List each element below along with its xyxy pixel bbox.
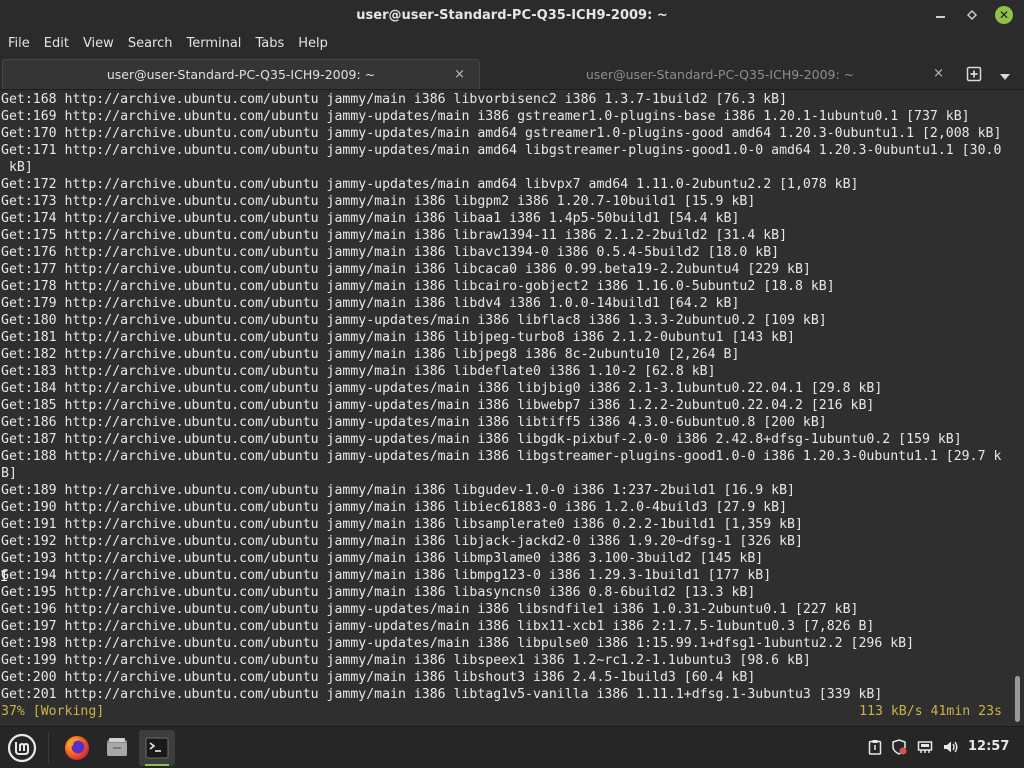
terminal-line: Get:201 http://archive.ubuntu.com/ubuntu… (1, 687, 883, 702)
taskbar-separator (48, 733, 49, 763)
terminal-line: Get:190 http://archive.ubuntu.com/ubuntu… (1, 500, 788, 515)
terminal-line: Get:195 http://archive.ubuntu.com/ubuntu… (1, 585, 756, 600)
menu-view[interactable]: View (79, 36, 118, 51)
terminal-line: Get:173 http://archive.ubuntu.com/ubuntu… (1, 194, 756, 209)
terminal-line: Get:185 http://archive.ubuntu.com/ubuntu… (1, 398, 875, 413)
new-tab-icon (966, 66, 982, 82)
menubar: File Edit View Search Terminal Tabs Help (0, 30, 1024, 56)
terminal-line: Get:180 http://archive.ubuntu.com/ubuntu… (1, 313, 827, 328)
terminal-line: Get:199 http://archive.ubuntu.com/ubuntu… (1, 653, 811, 668)
tabs-menu-button[interactable] (998, 68, 1012, 80)
start-menu-button[interactable] (4, 730, 40, 766)
terminal-launcher[interactable] (139, 730, 175, 766)
terminal-line: Get:186 http://archive.ubuntu.com/ubuntu… (1, 415, 827, 430)
menu-search[interactable]: Search (124, 36, 177, 51)
terminal-line: Get:174 http://archive.ubuntu.com/ubuntu… (1, 211, 740, 226)
scrollbar-thumb[interactable] (1015, 676, 1020, 722)
volume-icon (944, 741, 958, 753)
terminal-line: Get:194 http://archive.ubuntu.com/ubuntu… (1, 568, 772, 583)
terminal-line: Get:198 http://archive.ubuntu.com/ubuntu… (1, 636, 915, 651)
minimize-icon (935, 16, 945, 18)
firefox-launcher[interactable] (59, 730, 95, 766)
terminal-line: Get:192 http://archive.ubuntu.com/ubuntu… (1, 534, 803, 549)
apt-progress-status: 37% [Working] 113 kB/s 41min 23s (1, 703, 1006, 720)
terminal-line: Get:169 http://archive.ubuntu.com/ubuntu… (1, 109, 970, 124)
close-icon: ✕ (995, 6, 1013, 24)
terminal-line: Get:182 http://archive.ubuntu.com/ubuntu… (1, 347, 740, 362)
clipboard-icon (868, 740, 882, 755)
terminal-line: B] (1, 466, 17, 481)
terminal-lines: Get:168 http://archive.ubuntu.com/ubuntu… (1, 91, 1013, 703)
maximize-icon (967, 10, 977, 20)
terminal-line: Get:187 http://archive.ubuntu.com/ubuntu… (1, 432, 962, 447)
files-folder-icon (107, 738, 127, 756)
status-progress: 37% [Working] (1, 704, 105, 719)
terminal-line: Get:179 http://archive.ubuntu.com/ubuntu… (1, 296, 740, 311)
maximize-button[interactable] (962, 5, 982, 25)
terminal-line: Get:196 http://archive.ubuntu.com/ubuntu… (1, 602, 859, 617)
linux-mint-logo-icon (7, 733, 37, 763)
shield-update-icon (892, 739, 907, 755)
terminal-line: Get:188 http://archive.ubuntu.com/ubuntu… (1, 449, 1002, 464)
tab-label: user@user-Standard-PC-Q35-ICH9-2009: ~ (585, 66, 855, 82)
tab-close-icon[interactable]: × (933, 66, 944, 81)
menu-file[interactable]: File (4, 36, 34, 51)
terminal-line: Get:172 http://archive.ubuntu.com/ubuntu… (1, 177, 859, 192)
tray-clipboard[interactable] (866, 738, 884, 756)
menu-edit[interactable]: Edit (40, 36, 73, 51)
terminal-line: Get:189 http://archive.ubuntu.com/ubuntu… (1, 483, 795, 498)
menu-tabs[interactable]: Tabs (251, 36, 288, 51)
tab-bar: user@user-Standard-PC-Q35-ICH9-2009: ~ ×… (0, 56, 1024, 90)
tab-close-icon[interactable]: × (454, 67, 465, 82)
terminal-line: Get:191 http://archive.ubuntu.com/ubuntu… (1, 517, 803, 532)
files-launcher[interactable] (99, 730, 135, 766)
terminal-line: Get:183 http://archive.ubuntu.com/ubuntu… (1, 364, 716, 379)
taskbar: 12:57 (0, 726, 1024, 768)
terminal-line: kB] (1, 160, 33, 175)
tab-terminal-2[interactable]: user@user-Standard-PC-Q35-ICH9-2009: ~ × (482, 59, 958, 89)
terminal-line: Get:176 http://archive.ubuntu.com/ubuntu… (1, 245, 780, 260)
window-titlebar[interactable]: user@user-Standard-PC-Q35-ICH9-2009: ~ ✕ (0, 0, 1024, 30)
network-icon (917, 741, 933, 753)
text-cursor-icon: I (0, 569, 9, 585)
terminal-line: Get:171 http://archive.ubuntu.com/ubuntu… (1, 143, 1002, 158)
tray-network[interactable] (916, 738, 934, 756)
terminal-line: Get:193 http://archive.ubuntu.com/ubuntu… (1, 551, 764, 566)
terminal-line: Get:197 http://archive.ubuntu.com/ubuntu… (1, 619, 875, 634)
terminal-line: Get:168 http://archive.ubuntu.com/ubuntu… (1, 92, 788, 107)
chevron-down-icon (1000, 74, 1010, 80)
new-tab-button[interactable] (966, 66, 982, 82)
terminal-line: Get:170 http://archive.ubuntu.com/ubuntu… (1, 126, 1002, 141)
menu-help[interactable]: Help (294, 36, 332, 51)
status-speed-eta: 113 kB/s 41min 23s (859, 704, 1002, 719)
firefox-icon (65, 736, 89, 760)
tray-update-manager[interactable] (890, 738, 908, 756)
active-indicator (145, 764, 169, 766)
tab-label: user@user-Standard-PC-Q35-ICH9-2009: ~ (106, 67, 376, 82)
menu-terminal[interactable]: Terminal (182, 36, 245, 51)
clock[interactable]: 12:57 (968, 739, 1009, 754)
terminal-output[interactable]: Get:168 http://archive.ubuntu.com/ubuntu… (0, 90, 1024, 726)
close-button[interactable]: ✕ (994, 5, 1014, 25)
terminal-line: Get:184 http://archive.ubuntu.com/ubuntu… (1, 381, 883, 396)
tab-terminal-1[interactable]: user@user-Standard-PC-Q35-ICH9-2009: ~ × (2, 59, 480, 89)
terminal-line: Get:200 http://archive.ubuntu.com/ubuntu… (1, 670, 756, 685)
tray-volume[interactable] (942, 738, 960, 756)
terminal-line: Get:177 http://archive.ubuntu.com/ubuntu… (1, 262, 811, 277)
terminal-line: Get:181 http://archive.ubuntu.com/ubuntu… (1, 330, 795, 345)
window-title: user@user-Standard-PC-Q35-ICH9-2009: ~ (356, 7, 668, 23)
terminal-icon (145, 737, 169, 759)
minimize-button[interactable] (930, 5, 950, 25)
terminal-line: Get:175 http://archive.ubuntu.com/ubuntu… (1, 228, 788, 243)
terminal-line: Get:178 http://archive.ubuntu.com/ubuntu… (1, 279, 835, 294)
